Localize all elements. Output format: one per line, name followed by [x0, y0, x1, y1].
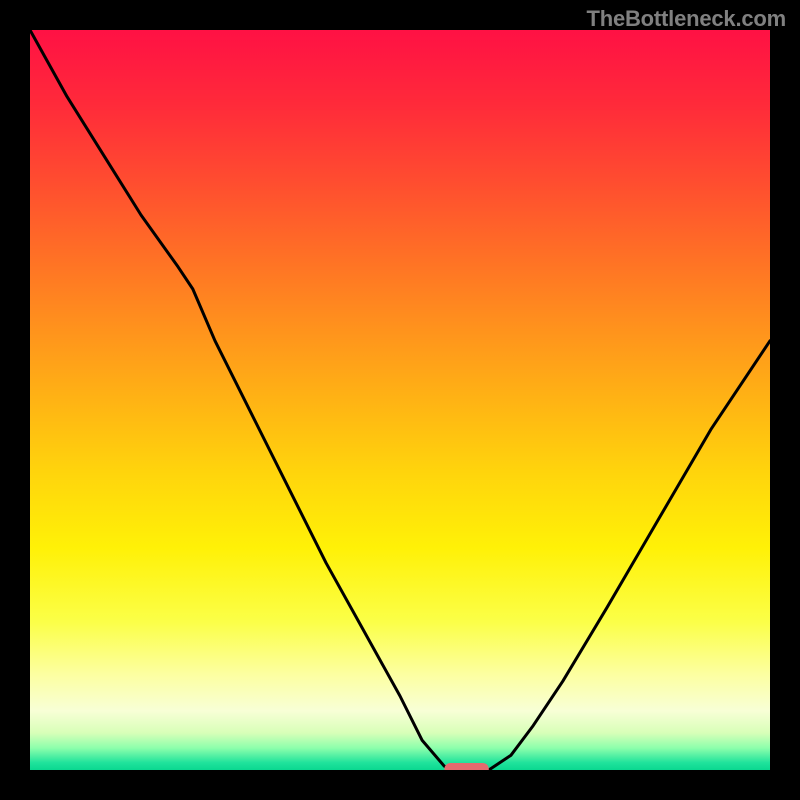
chart-plot-area [30, 30, 770, 770]
minimum-marker [444, 763, 488, 770]
bottleneck-curve [30, 30, 770, 770]
chart-svg [30, 30, 770, 770]
chart-frame: TheBottleneck.com [0, 0, 800, 800]
attribution-label: TheBottleneck.com [586, 6, 786, 32]
